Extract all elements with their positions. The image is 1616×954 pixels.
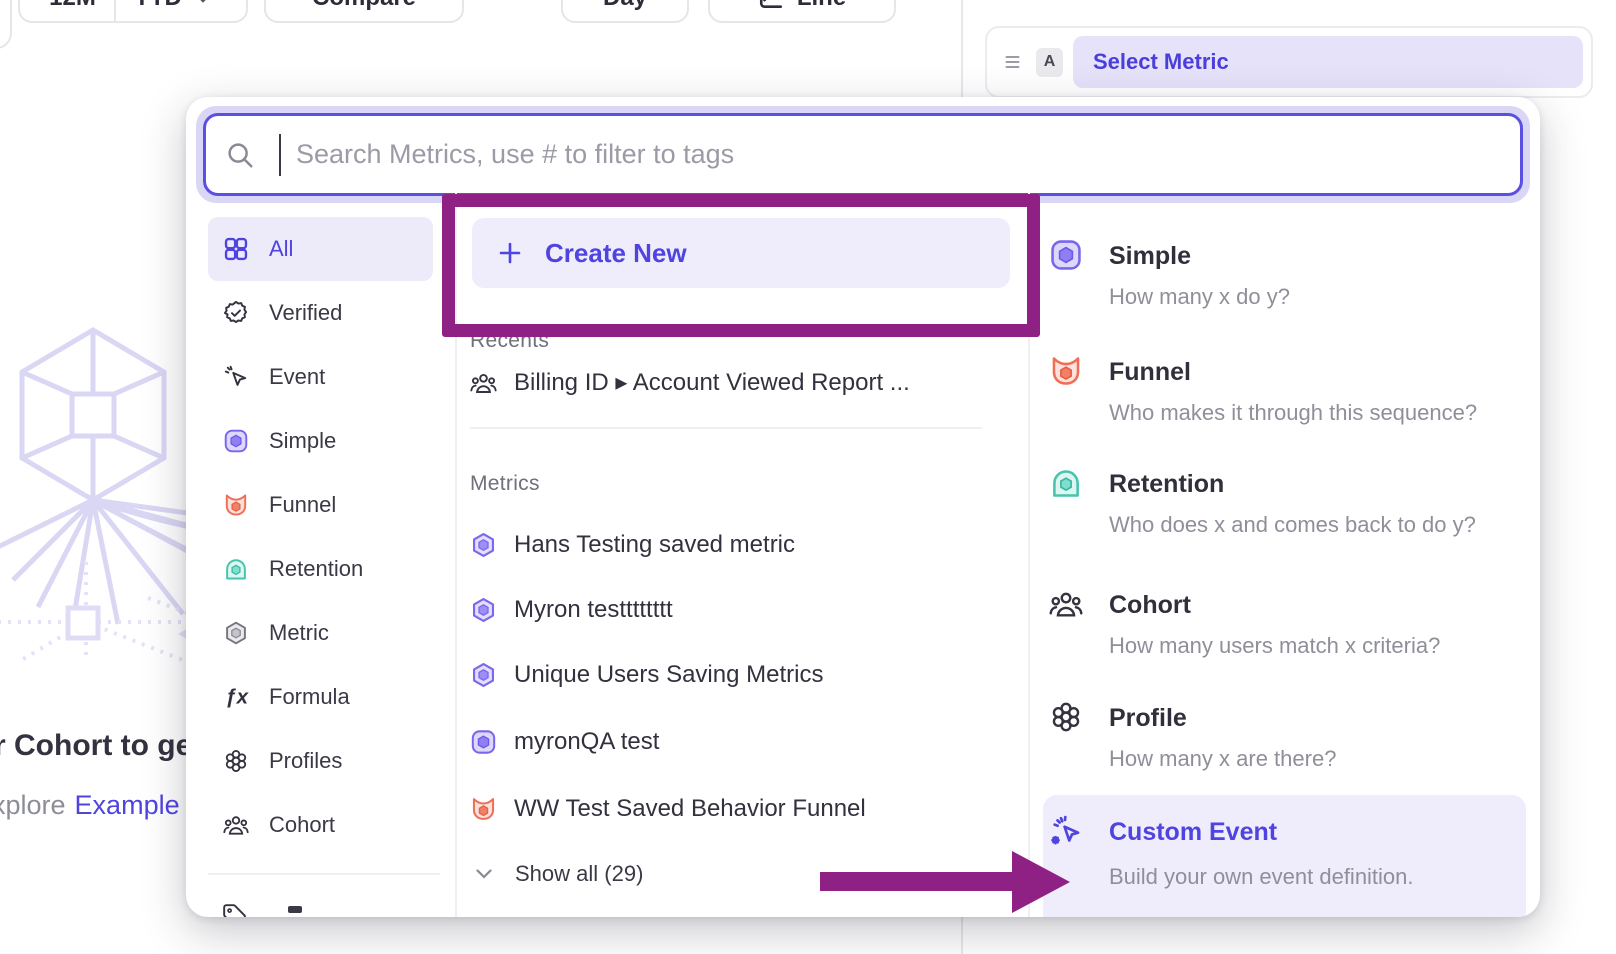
cohort-icon: [1049, 587, 1083, 626]
sidebar-item-verified[interactable]: Verified: [208, 281, 433, 345]
annotation-arrow-head: [1012, 851, 1070, 913]
search-icon: [225, 140, 255, 175]
metrics-section-label: Metrics: [470, 472, 540, 496]
app-screen: 12M YTD Compare Day Line A Select Metric: [0, 0, 1616, 954]
retention-icon: [222, 556, 249, 582]
type-row-funnel[interactable]: Funnel Who makes it through this sequenc…: [1043, 348, 1526, 453]
event-icon: [222, 364, 249, 390]
sidebar-item-cohort[interactable]: Cohort: [208, 793, 433, 857]
type-row-custom-event[interactable]: Custom Event Build your own event defini…: [1043, 808, 1526, 913]
empty-state-headline-fragment: r Cohort to ge: [0, 729, 192, 763]
profile-icon: [1049, 700, 1083, 739]
cohort-icon: [222, 812, 249, 838]
svg-text:ƒx: ƒx: [225, 686, 249, 709]
type-row-profile[interactable]: Profile How many x are there?: [1043, 694, 1526, 799]
sidebar-item-metric[interactable]: Metric: [208, 601, 433, 665]
simple-icon: [222, 428, 249, 454]
simple-icon: [1049, 238, 1083, 277]
range-ytd-button[interactable]: YTD: [116, 0, 235, 21]
sidebar-item-formula[interactable]: ƒx Formula: [208, 665, 433, 729]
verified-icon: [222, 300, 249, 326]
metric-hexagon-icon: [470, 660, 497, 690]
sidebar-item-profiles[interactable]: Profiles: [208, 729, 433, 793]
text-caret: [279, 134, 281, 176]
search-field-wrap: [203, 113, 1523, 196]
formula-icon: ƒx: [222, 684, 249, 710]
date-range-segmented-control[interactable]: 12M YTD: [18, 0, 248, 23]
annotation-highlight-box: [442, 194, 1040, 337]
metric-list-item[interactable]: Myron testttttttt: [470, 595, 673, 625]
recent-item-row[interactable]: Billing ID ▸ Account Viewed Report ...: [470, 368, 910, 397]
sidebar-item-funnel[interactable]: Funnel: [208, 473, 433, 537]
category-sidebar: All Verified Event Simple: [208, 217, 440, 857]
example-reports-link[interactable]: Example: [75, 790, 180, 820]
chevron-down-icon: [190, 0, 217, 3]
retention-icon: [1049, 466, 1083, 505]
show-all-toggle[interactable]: Show all (29): [470, 861, 643, 887]
simple-icon: [470, 727, 497, 757]
funnel-icon: [470, 794, 497, 824]
metric-list-item[interactable]: Unique Users Saving Metrics: [470, 660, 823, 690]
funnel-icon: [1049, 354, 1083, 393]
partial-left-button[interactable]: [0, 0, 12, 49]
select-metric-pill[interactable]: Select Metric: [1073, 36, 1583, 88]
panel-divider-bottom: [961, 916, 963, 954]
chart-type-line-button[interactable]: Line: [708, 0, 896, 23]
annotation-arrow: [820, 872, 1016, 891]
sidebar-divider: [208, 873, 440, 875]
cohort-icon: [470, 369, 497, 397]
chevron-down-icon: [470, 869, 497, 879]
sidebar-item-event[interactable]: Event: [208, 345, 433, 409]
sidebar-item-simple[interactable]: Simple: [208, 409, 433, 473]
range-12m-button[interactable]: 12M: [31, 0, 114, 21]
metric-list-item[interactable]: myronQA test: [470, 727, 659, 757]
metric-list-item[interactable]: Hans Testing saved metric: [470, 530, 795, 560]
recents-metrics-divider: [470, 427, 982, 429]
custom-event-icon: [1049, 814, 1083, 853]
metric-hexagon-icon: [470, 595, 497, 625]
funnel-icon: [222, 492, 249, 518]
interval-day-button[interactable]: Day: [561, 0, 689, 23]
sidebar-item-all[interactable]: All: [208, 217, 433, 281]
type-row-cohort[interactable]: Cohort How many users match x criteria?: [1043, 581, 1526, 686]
drag-handle-icon[interactable]: [999, 54, 1026, 70]
metric-hexagon-icon: [470, 530, 497, 560]
metric-list-item[interactable]: WW Test Saved Behavior Funnel: [470, 794, 866, 824]
sidebar-item-retention[interactable]: Retention: [208, 537, 433, 601]
metric-slot-card[interactable]: A Select Metric: [985, 26, 1593, 98]
panel-divider-top: [961, 0, 963, 98]
clipped-label-fragment: [288, 906, 302, 913]
profiles-icon: [222, 748, 249, 774]
series-a-badge: A: [1036, 48, 1063, 77]
empty-state-explore-line: xploreExample: [0, 790, 180, 821]
compare-button[interactable]: Compare: [264, 0, 464, 23]
metric-icon: [222, 620, 249, 646]
type-row-retention[interactable]: Retention Who does x and comes back to d…: [1043, 460, 1526, 565]
tag-icon: [222, 903, 248, 917]
type-row-simple[interactable]: Simple How many x do y?: [1043, 232, 1526, 337]
search-input[interactable]: [203, 113, 1523, 196]
grid-icon: [222, 236, 249, 262]
line-chart-icon: [758, 0, 785, 11]
